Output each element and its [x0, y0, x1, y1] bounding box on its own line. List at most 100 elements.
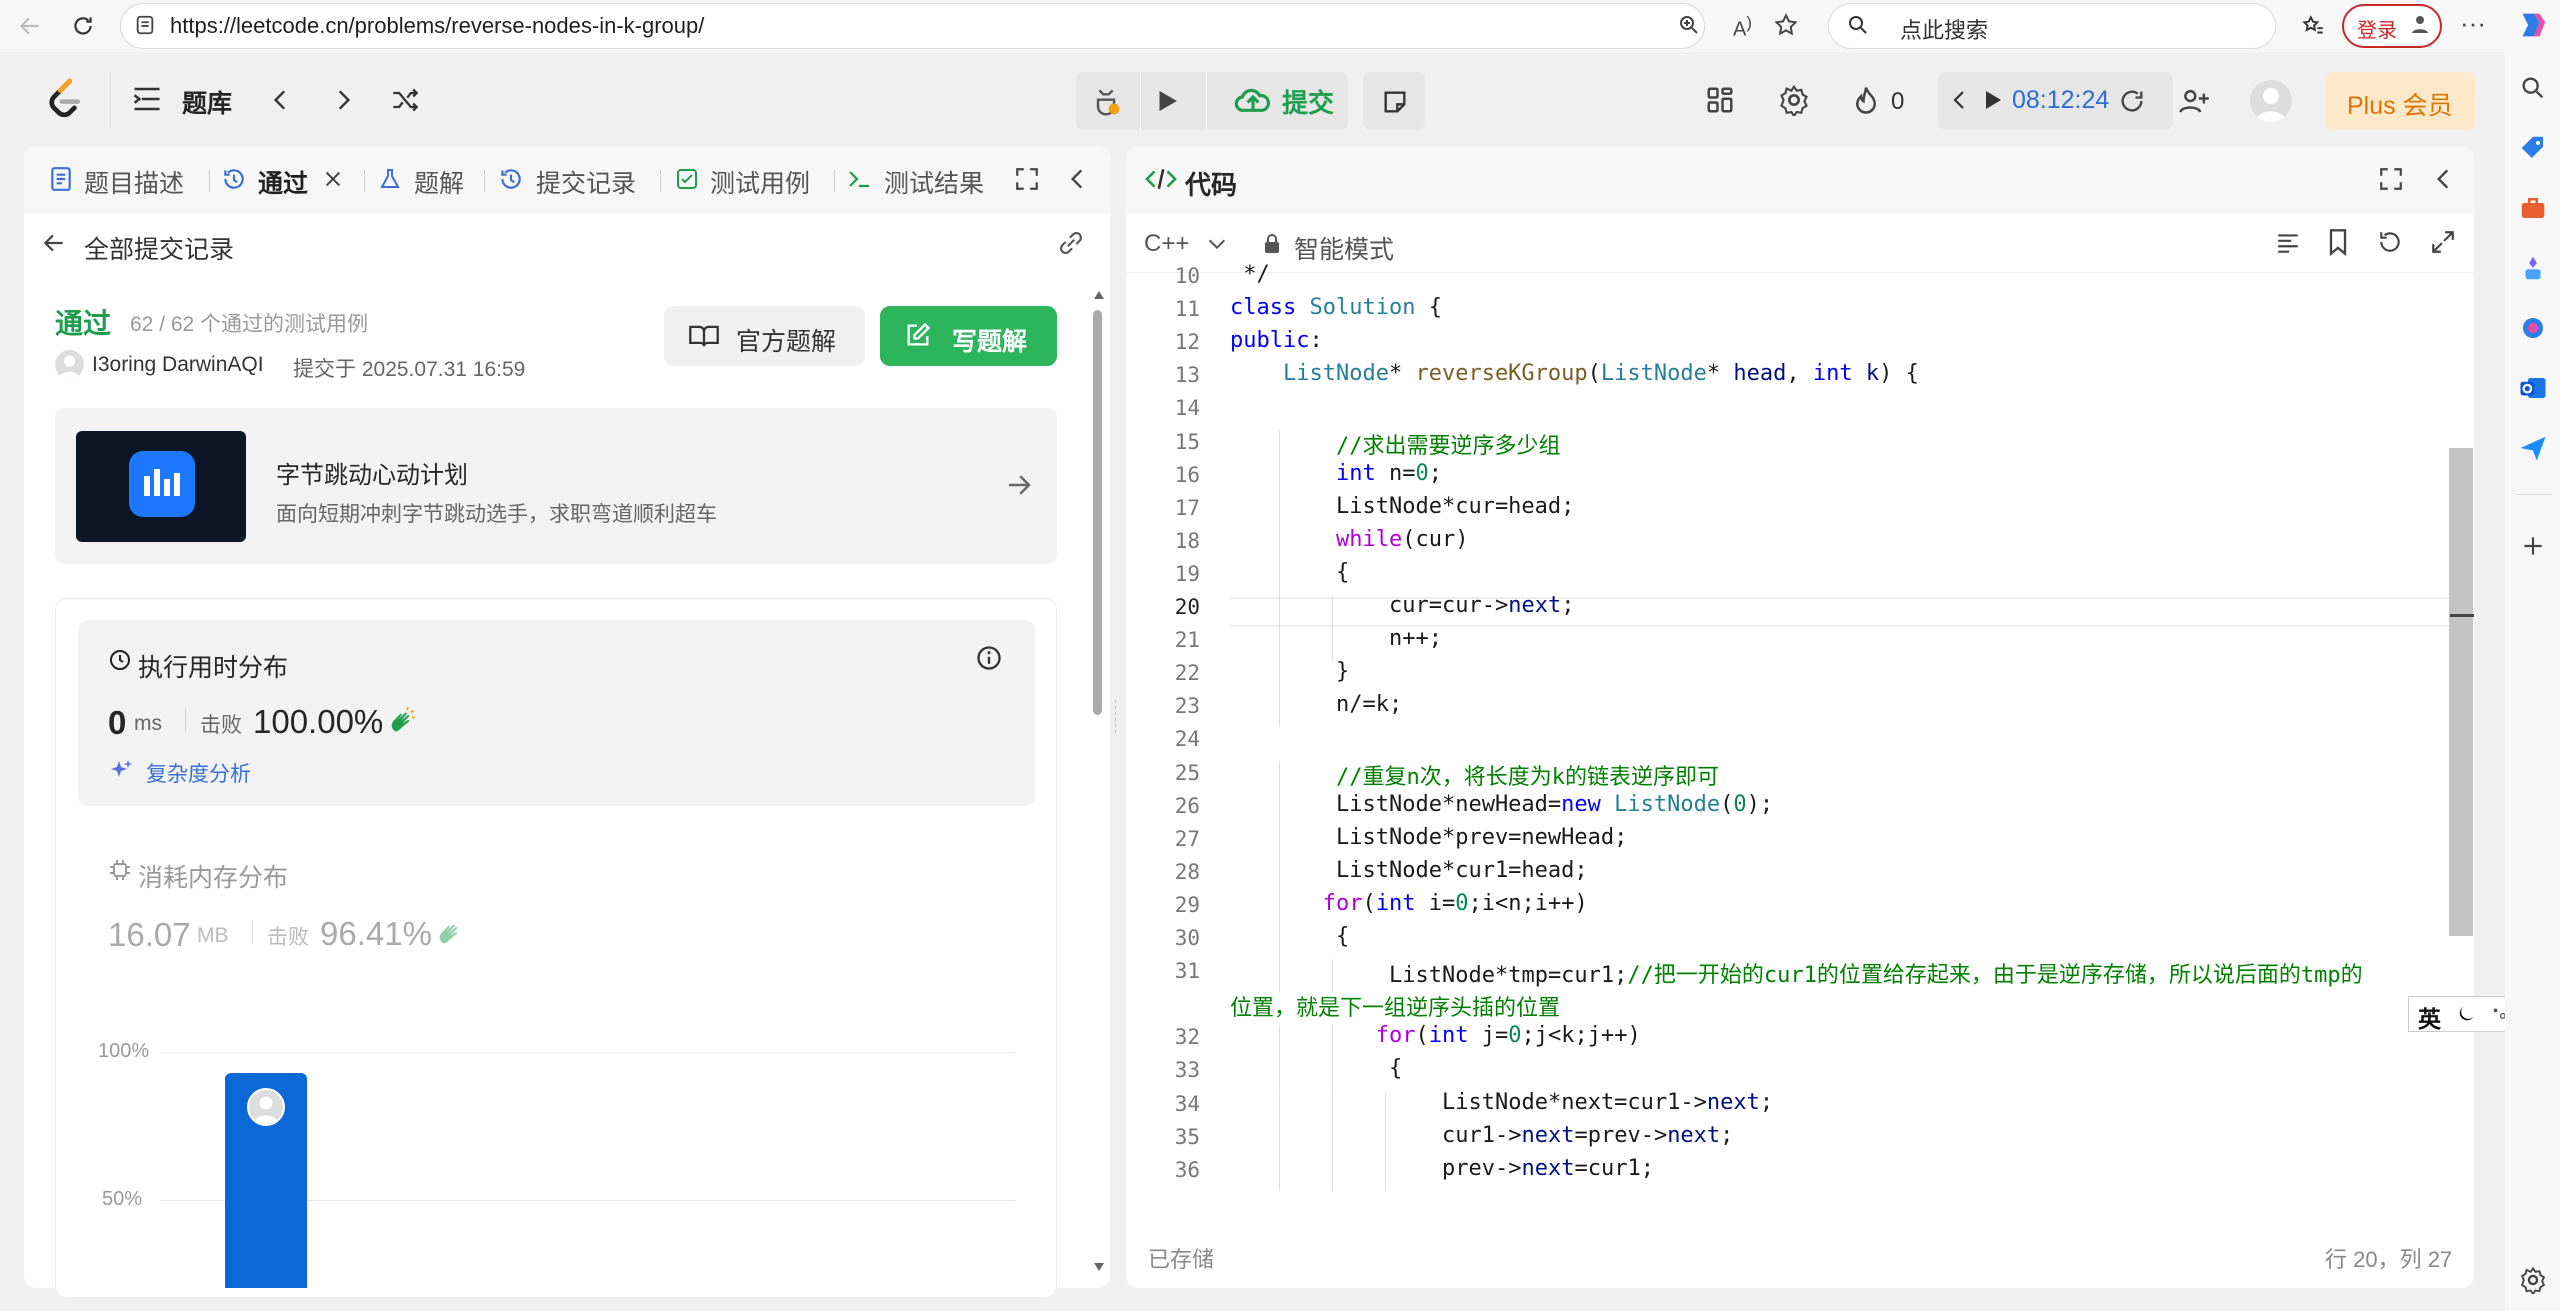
prev-problem-icon[interactable]: [268, 86, 294, 114]
layout-icon[interactable]: [1705, 85, 1735, 115]
memory-title[interactable]: 消耗内存分布: [138, 858, 288, 894]
debug-icon[interactable]: [1090, 85, 1122, 117]
send-icon[interactable]: [2513, 428, 2553, 468]
more-menu-icon[interactable]: ···: [2460, 8, 2486, 39]
all-submissions-link[interactable]: 全部提交记录: [84, 230, 234, 266]
language-select[interactable]: C++: [1144, 230, 1189, 258]
login-label: 登录: [2357, 20, 2397, 42]
code-line[interactable]: {: [1336, 560, 1349, 585]
copilot-app-icon[interactable]: [2513, 308, 2553, 348]
info-icon[interactable]: [975, 644, 1003, 672]
fire-streak-icon[interactable]: [1851, 84, 1881, 116]
close-tab-icon[interactable]: [322, 168, 344, 190]
add-icon[interactable]: [2513, 526, 2553, 566]
outlook-icon[interactable]: [2513, 368, 2553, 408]
share-link-icon[interactable]: [1056, 230, 1086, 256]
code-line[interactable]: ListNode*tmp=cur1;//把一开始的cur1的位置给存起来，由于是…: [1389, 957, 2363, 989]
tab-submissions[interactable]: 提交记录: [536, 164, 636, 200]
run-play-icon[interactable]: [1152, 86, 1182, 116]
games-icon[interactable]: [2513, 248, 2553, 288]
favorites-bar-icon[interactable]: [2300, 13, 2326, 39]
search-icon[interactable]: [2513, 68, 2553, 108]
code-line[interactable]: while(cur): [1336, 527, 1468, 552]
shuffle-icon[interactable]: [388, 86, 422, 114]
code-line[interactable]: n++;: [1389, 626, 1442, 651]
back-arrow-icon[interactable]: [14, 10, 46, 42]
code-line[interactable]: ListNode* reverseKGroup(ListNode* head, …: [1283, 361, 1919, 386]
code-line[interactable]: 位置，就是下一组逆序头插的位置: [1230, 990, 1560, 1022]
settings-gear-icon[interactable]: [1778, 84, 1810, 116]
ime-mode-label[interactable]: 英: [2418, 1000, 2441, 1034]
collapse-panel-icon[interactable]: [1066, 166, 1088, 192]
favorite-star-icon[interactable]: [1773, 12, 1799, 38]
leetcode-logo-icon[interactable]: [46, 78, 84, 122]
browser-search-box[interactable]: [1828, 3, 2276, 49]
expand-editor-icon[interactable]: [2430, 229, 2456, 255]
tab-solutions[interactable]: 题解: [414, 164, 464, 200]
code-line[interactable]: cur=cur->next;: [1389, 593, 1574, 618]
code-line[interactable]: {: [1336, 924, 1349, 949]
fullscreen-icon[interactable]: [2378, 166, 2404, 192]
read-aloud-icon[interactable]: A): [1733, 13, 1752, 42]
add-friend-icon[interactable]: [2178, 86, 2210, 116]
code-editor[interactable]: [1126, 272, 2474, 1202]
sidebar-settings-icon[interactable]: [2513, 1260, 2553, 1300]
timer-play-icon[interactable]: [1982, 88, 2004, 112]
author-avatar[interactable]: [55, 350, 84, 379]
code-line[interactable]: }: [1336, 659, 1349, 684]
code-scrollbar-thumb[interactable]: [2449, 448, 2473, 936]
tab-accepted[interactable]: 通过: [258, 164, 308, 200]
submit-button[interactable]: 提交: [1220, 72, 1348, 130]
bookmark-icon[interactable]: [2326, 228, 2350, 256]
toolbox-icon[interactable]: [2513, 188, 2553, 228]
left-scrollbar-thumb[interactable]: [1093, 310, 1102, 715]
scroll-down-icon[interactable]: [1093, 1262, 1105, 1272]
next-problem-icon[interactable]: [330, 86, 356, 114]
code-line[interactable]: public:: [1230, 328, 1323, 353]
chevron-down-icon[interactable]: [1206, 234, 1228, 254]
code-line[interactable]: n/=k;: [1336, 692, 1402, 717]
code-line[interactable]: ListNode*cur1=head;: [1336, 858, 1588, 883]
tab-testcases[interactable]: 测试用例: [710, 164, 810, 200]
panel-resize-handle[interactable]: [1114, 700, 1117, 736]
code-line[interactable]: ListNode*prev=newHead;: [1336, 825, 1627, 850]
code-line[interactable]: for(int j=0;j<k;j++): [1376, 1023, 1641, 1048]
fullscreen-icon[interactable]: [1014, 166, 1040, 192]
code-line[interactable]: class Solution {: [1230, 295, 1442, 320]
collapse-panel-icon[interactable]: [2432, 166, 2454, 192]
code-line[interactable]: int n=0;: [1336, 461, 1442, 486]
code-line[interactable]: //重复n次，将长度为k的链表逆序即可: [1336, 759, 1719, 791]
problem-list-label[interactable]: 题库: [182, 84, 232, 120]
format-code-icon[interactable]: [2274, 230, 2302, 256]
moon-icon[interactable]: [2455, 1003, 2477, 1025]
timer-prev-icon[interactable]: [1950, 88, 1968, 112]
code-line[interactable]: cur1->next=prev->next;: [1442, 1123, 1733, 1148]
tab-test-results[interactable]: 测试结果: [884, 164, 984, 200]
timer-reset-icon[interactable]: [2118, 87, 2146, 115]
avatar[interactable]: [2250, 80, 2292, 122]
url-text[interactable]: https://leetcode.cn/problems/reverse-nod…: [170, 13, 704, 39]
code-line[interactable]: prev->next=cur1;: [1442, 1156, 1654, 1181]
code-line[interactable]: ListNode*cur=head;: [1336, 494, 1574, 519]
complexity-analysis-link[interactable]: 复杂度分析: [146, 758, 251, 788]
note-button[interactable]: [1363, 72, 1425, 130]
tab-description[interactable]: 题目描述: [84, 164, 184, 200]
back-arrow-icon[interactable]: [40, 230, 68, 256]
problem-list-icon[interactable]: [132, 86, 162, 112]
code-line[interactable]: */: [1230, 262, 1270, 287]
shopping-tag-icon[interactable]: [2513, 128, 2553, 168]
zoom-icon[interactable]: [1677, 13, 1701, 37]
code-line[interactable]: for(int i=0;i<n;i++): [1323, 891, 1588, 916]
code-line[interactable]: {: [1389, 1056, 1402, 1081]
code-line[interactable]: ListNode*next=cur1->next;: [1442, 1090, 1773, 1115]
reload-icon[interactable]: [67, 10, 99, 42]
smart-mode-label[interactable]: 智能模式: [1294, 230, 1394, 266]
code-line[interactable]: ListNode*newHead=new ListNode(0);: [1336, 792, 1773, 817]
scroll-up-icon[interactable]: [1093, 290, 1105, 300]
search-icon: [1846, 13, 1870, 37]
site-info-icon[interactable]: [134, 14, 156, 36]
author-name[interactable]: I3oring DarwinAQI: [92, 353, 264, 377]
reset-code-icon[interactable]: [2376, 229, 2404, 255]
copilot-icon[interactable]: [2514, 8, 2548, 42]
code-line[interactable]: //求出需要逆序多少组: [1336, 428, 1561, 460]
